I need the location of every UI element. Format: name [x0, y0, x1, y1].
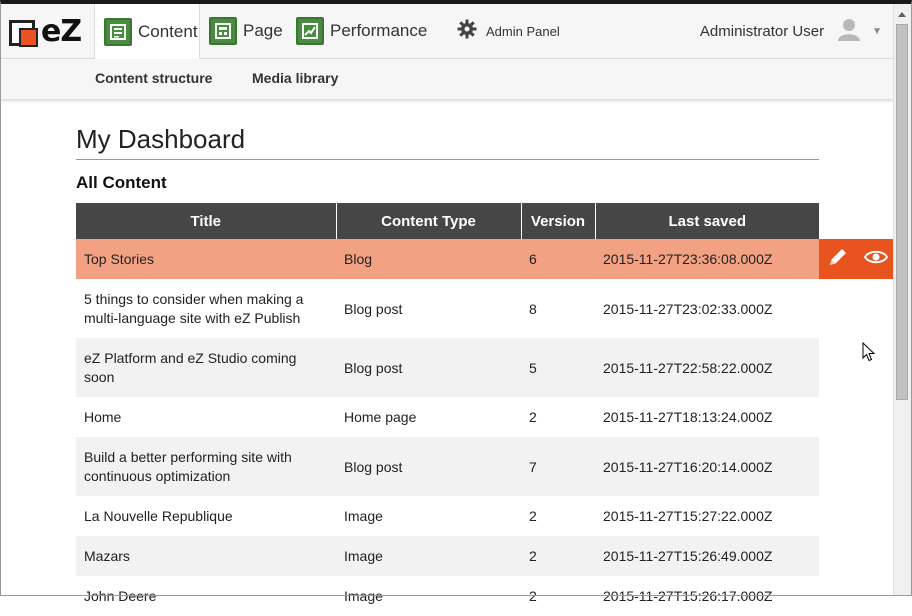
- row-version: 8: [521, 279, 595, 338]
- row-last-saved: 2015-11-27T18:13:24.000Z: [595, 397, 819, 437]
- tab-page-label: Page: [243, 21, 283, 40]
- user-menu[interactable]: Administrator User ▼: [700, 4, 882, 58]
- row-title[interactable]: Mazars: [76, 536, 336, 576]
- view-button[interactable]: [863, 248, 888, 271]
- table-row[interactable]: eZ Platform and eZ Studio coming soon Bl…: [76, 338, 819, 397]
- logo-text: eZ: [41, 14, 82, 49]
- row-title[interactable]: 5 things to consider when making a multi…: [76, 279, 336, 338]
- tab-content-label: Content: [138, 21, 198, 41]
- subnav-content-structure[interactable]: Content structure: [95, 70, 212, 86]
- admin-panel-label: Admin Panel: [486, 23, 560, 39]
- row-title[interactable]: Build a better performing site with cont…: [76, 437, 336, 496]
- table-row[interactable]: John Deere Image 2 2015-11-27T15:26:17.0…: [76, 576, 819, 616]
- row-content-type: Blog post: [336, 437, 521, 496]
- row-version: 6: [521, 239, 595, 279]
- tab-performance-label: Performance: [330, 21, 428, 40]
- sub-navigation: Content structure Media library: [1, 59, 894, 99]
- mouse-cursor-icon: [862, 341, 876, 367]
- row-title[interactable]: eZ Platform and eZ Studio coming soon: [76, 338, 336, 397]
- performance-icon: [296, 17, 324, 45]
- row-content-type: Image: [336, 496, 521, 536]
- row-version: 7: [521, 437, 595, 496]
- scrollbar-thumb[interactable]: [896, 24, 908, 400]
- content-table: Title Content Type Version Last saved To…: [76, 203, 819, 616]
- row-content-type: Image: [336, 536, 521, 576]
- ez-logo[interactable]: eZ: [7, 14, 85, 49]
- table-row[interactable]: La Nouvelle Republique Image 2 2015-11-2…: [76, 496, 819, 536]
- row-content-type: Blog: [336, 239, 521, 279]
- vertical-scrollbar[interactable]: [893, 4, 911, 595]
- gear-icon: [457, 19, 477, 44]
- row-last-saved: 2015-11-27T15:26:49.000Z: [595, 536, 819, 576]
- row-last-saved: 2015-11-27T15:26:17.000Z: [595, 576, 819, 616]
- eye-icon: [863, 250, 888, 263]
- edit-button[interactable]: [827, 246, 849, 273]
- row-content-type: Blog post: [336, 338, 521, 397]
- row-last-saved: 2015-11-27T15:27:22.000Z: [595, 496, 819, 536]
- row-last-saved: 2015-11-27T23:36:08.000Z: [595, 239, 819, 279]
- row-title[interactable]: Home: [76, 397, 336, 437]
- user-name: Administrator User: [699, 22, 825, 40]
- row-version: 2: [521, 576, 595, 616]
- column-version[interactable]: Version: [521, 203, 596, 239]
- scroll-up-icon[interactable]: [898, 12, 906, 17]
- row-version: 5: [521, 338, 595, 397]
- row-version: 2: [521, 397, 595, 437]
- column-content-type[interactable]: Content Type: [336, 203, 522, 239]
- admin-panel-link[interactable]: Admin Panel: [457, 4, 560, 58]
- chevron-down-icon: ▼: [872, 25, 882, 37]
- row-actions: [819, 239, 895, 279]
- table-row[interactable]: 5 things to consider when making a multi…: [76, 279, 819, 338]
- row-title[interactable]: Top Stories: [76, 239, 336, 279]
- column-title[interactable]: Title: [76, 203, 337, 239]
- row-content-type: Image: [336, 576, 521, 616]
- page-title: My Dashboard: [76, 124, 819, 160]
- row-content-type: Home page: [336, 397, 521, 437]
- content-icon: [104, 17, 132, 46]
- table-row[interactable]: Build a better performing site with cont…: [76, 437, 819, 496]
- logo-square-accent: [19, 28, 38, 47]
- table-header-row: Title Content Type Version Last saved: [76, 203, 819, 239]
- row-title[interactable]: John Deere: [76, 576, 336, 616]
- row-last-saved: 2015-11-27T23:02:33.000Z: [595, 279, 819, 338]
- table-row[interactable]: Mazars Image 2 2015-11-27T15:26:49.000Z: [76, 536, 819, 576]
- row-version: 2: [521, 496, 595, 536]
- table-row[interactable]: Home Home page 2 2015-11-27T18:13:24.000…: [76, 397, 819, 437]
- subnav-media-library[interactable]: Media library: [252, 70, 338, 86]
- page-icon: [209, 17, 237, 45]
- avatar-icon: [836, 16, 862, 47]
- column-last-saved[interactable]: Last saved: [595, 203, 819, 239]
- top-navigation: eZ Content Page Performance Admin Panel …: [1, 4, 894, 59]
- tab-page[interactable]: Page: [209, 4, 283, 58]
- row-last-saved: 2015-11-27T22:58:22.000Z: [595, 338, 819, 397]
- table-row[interactable]: Top Stories Blog 6 2015-11-27T23:36:08.0…: [76, 239, 819, 279]
- row-version: 2: [521, 536, 595, 576]
- tab-content[interactable]: Content: [94, 4, 200, 59]
- row-last-saved: 2015-11-27T16:20:14.000Z: [595, 437, 819, 496]
- row-title[interactable]: La Nouvelle Republique: [76, 496, 336, 536]
- tab-performance[interactable]: Performance: [296, 4, 427, 58]
- pencil-icon: [829, 248, 846, 265]
- section-title: All Content: [76, 173, 167, 192]
- row-content-type: Blog post: [336, 279, 521, 338]
